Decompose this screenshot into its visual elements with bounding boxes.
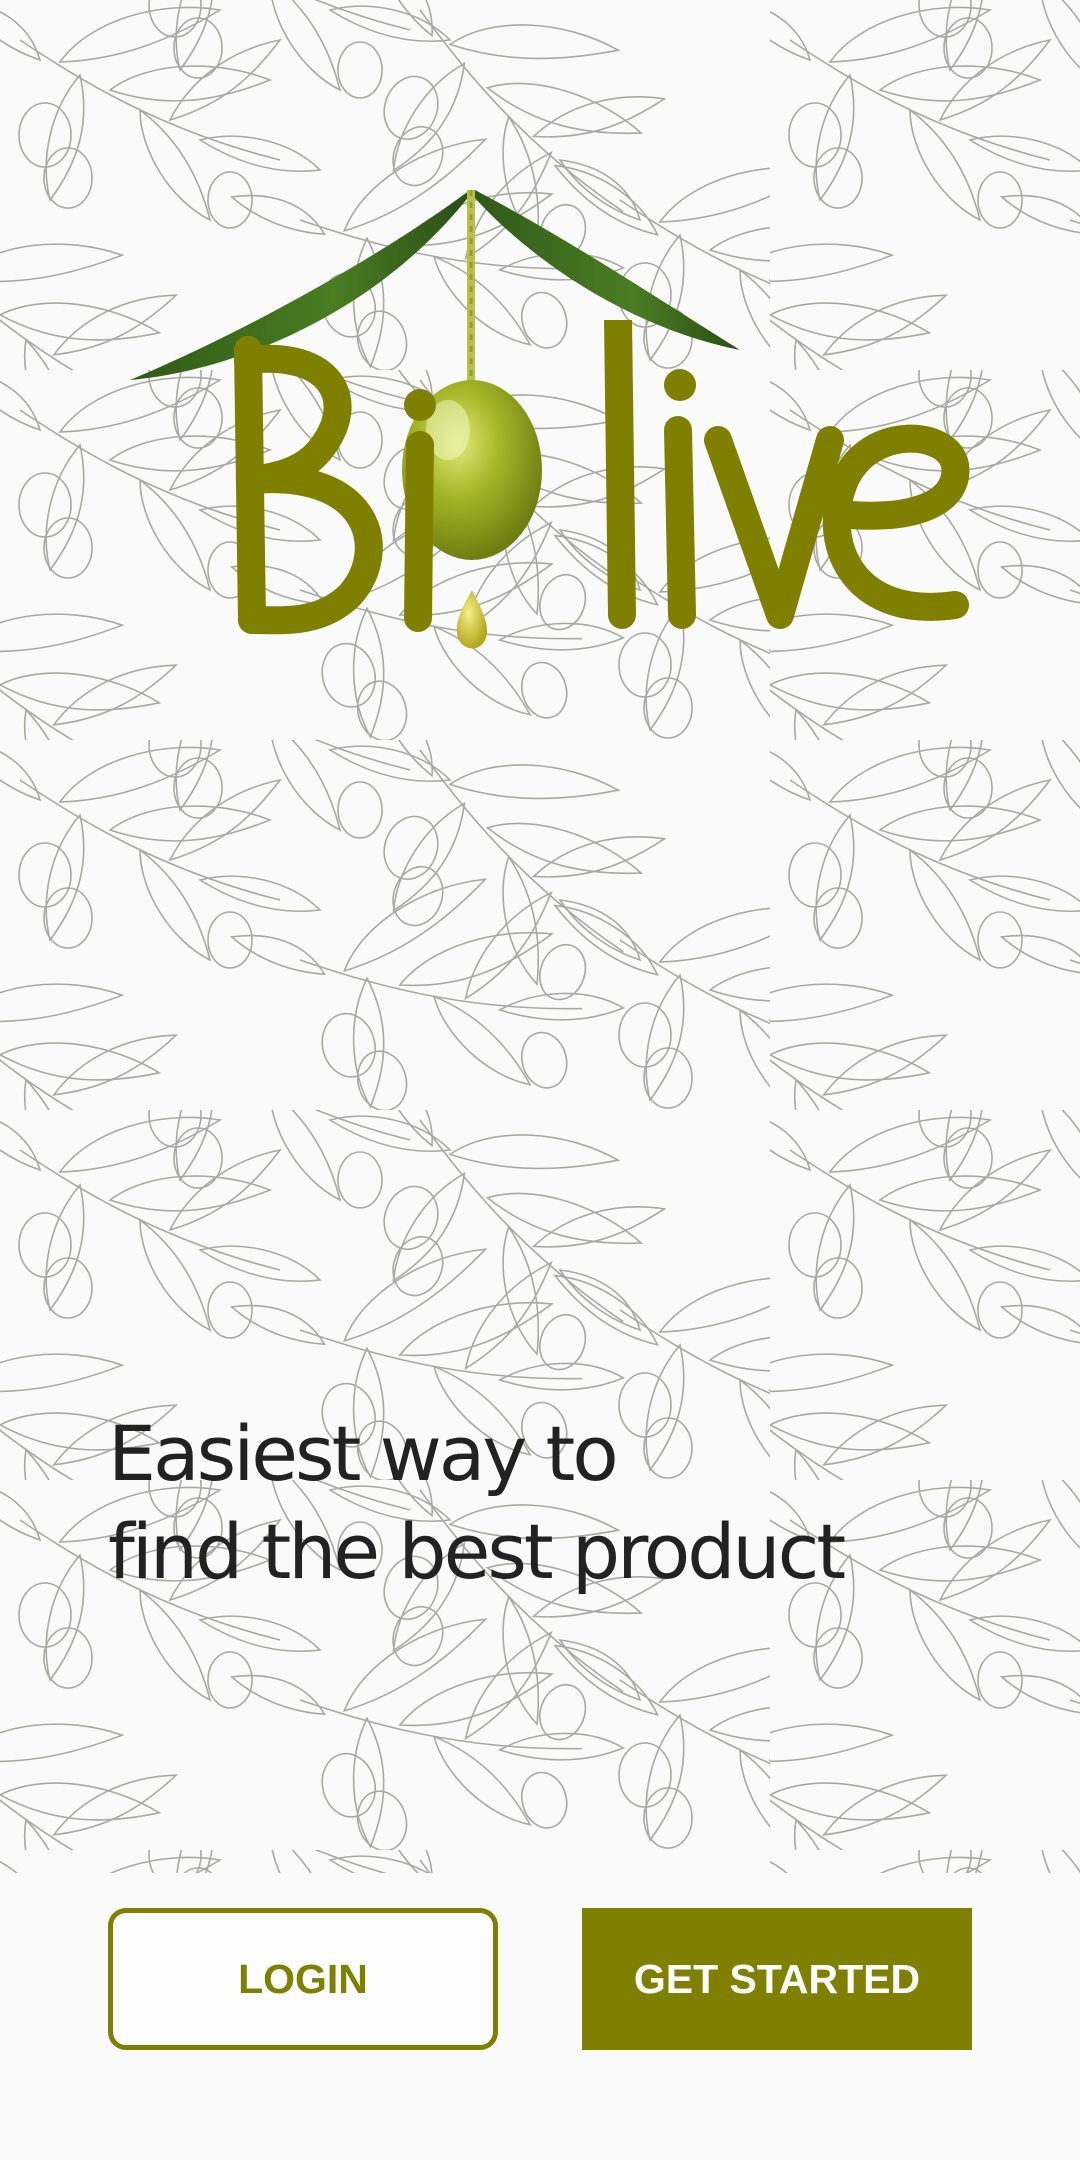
brand-wordmark bbox=[234, 320, 970, 635]
tagline-line-1: Easiest way to bbox=[108, 1409, 619, 1498]
login-button[interactable]: LOGIN bbox=[108, 1908, 498, 2050]
welcome-screen: Easiest way to find the best product LOG… bbox=[0, 0, 1080, 2160]
brand-logo bbox=[120, 180, 970, 670]
tagline-line-2: find the best product bbox=[108, 1507, 846, 1596]
get-started-button[interactable]: GET STARTED bbox=[582, 1908, 972, 2050]
tagline: Easiest way to find the best product bbox=[108, 1405, 988, 1601]
